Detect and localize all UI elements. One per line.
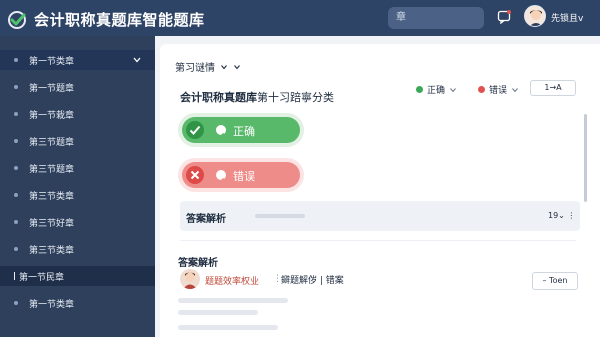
sidebar-item-2[interactable]: 第一节题章	[0, 77, 155, 97]
comment-text: 鐴题解㑕 | 错案	[281, 276, 344, 286]
question-title: 会计职称真题库第十习踣寧分类	[180, 89, 334, 105]
sidebar-item-label: 第一节类章	[29, 56, 75, 67]
legend-correct-label: 正确	[427, 86, 446, 96]
notification-icon[interactable]	[497, 10, 511, 24]
blurred-text	[178, 310, 258, 315]
divider	[180, 240, 576, 241]
sidebar-item-label: 第三节类章	[29, 245, 75, 256]
option-wrong-button[interactable]: 错误	[182, 162, 300, 188]
check-icon	[186, 121, 204, 139]
breadcrumb-dropdown[interactable]: 第习谜情	[175, 59, 241, 74]
green-dot-icon	[416, 86, 423, 93]
avatar-icon	[525, 6, 545, 26]
red-dot-icon	[478, 86, 485, 93]
sort-button[interactable]: 1→A	[530, 80, 576, 96]
selection-indicator	[14, 272, 15, 280]
answer-count[interactable]: 19⌄ ⋮	[548, 211, 575, 220]
legend-wrong-label: 错误	[489, 86, 508, 96]
sidebar-item-label: 第一节类章	[29, 299, 75, 310]
sidebar-item-label: 第一节题章	[29, 83, 75, 94]
x-icon	[186, 166, 204, 184]
blurred-text	[178, 325, 278, 330]
sidebar-item-6[interactable]: 第三节类章	[0, 185, 155, 205]
option-wrong-label: 错误	[233, 170, 255, 183]
sidebar-item-4[interactable]: 第三节题章	[0, 131, 155, 151]
sidebar-item-7[interactable]: 第三节好章	[0, 212, 155, 232]
blurred-text	[255, 214, 305, 218]
bullet-icon	[14, 85, 18, 89]
chevron-down-icon	[512, 87, 518, 92]
option-correct-label: 正确	[233, 125, 255, 138]
chevron-down-icon	[234, 64, 240, 69]
sidebar-item-5[interactable]: 第三节题章	[0, 158, 155, 178]
search-input[interactable]: 章	[388, 7, 484, 29]
bullet-icon	[14, 301, 18, 305]
sidebar-item-8[interactable]: 第三节类章	[0, 239, 155, 259]
sidebar-item-label: 第三节好章	[29, 218, 75, 229]
bullet-icon	[14, 112, 18, 116]
comment-user[interactable]: 题题效率权业	[205, 274, 259, 287]
answer-analysis-title: 答案解析	[186, 214, 226, 225]
app-window: 会计职称真题库智能题库 章 先锁且v 第一节类章 第一节题章 第一节栽章 第三节…	[0, 0, 600, 337]
sidebar-item-label: 第一节栽章	[29, 110, 75, 121]
avatar[interactable]	[524, 5, 546, 27]
bullet-icon	[14, 139, 18, 143]
check-circle-icon	[216, 170, 226, 183]
avatar-icon	[183, 272, 197, 289]
commenter-avatar	[180, 269, 200, 289]
breadcrumb-label: 第习谜情	[175, 63, 215, 74]
bullet-icon	[14, 247, 18, 251]
bullet-icon	[14, 58, 18, 62]
legend-wrong-filter[interactable]: 错误	[478, 83, 519, 96]
sidebar-item-label: 第一节民章	[19, 272, 65, 283]
check-circle-icon	[216, 125, 226, 138]
legend-correct-filter[interactable]: 正确	[416, 83, 457, 96]
bullet-icon	[14, 220, 18, 224]
scrollbar[interactable]	[584, 114, 587, 202]
sidebar-item-label: 第三节题章	[29, 137, 75, 148]
main-content: 第习谜情 会计职称真题库第十习踣寧分类 正确 错误 1→A 正确 错误 答案解析…	[160, 44, 600, 337]
sidebar-item-label: 第三节类章	[29, 191, 75, 202]
toen-button[interactable]: – Toen	[532, 272, 578, 290]
analysis-heading: 答案解析	[178, 258, 218, 269]
top-bar: 会计职称真题库智能题库 章 先锁且v	[0, 0, 600, 36]
sidebar-item-label: 第三节题章	[29, 164, 75, 175]
question-title-rest: 第十习踣寧分类	[257, 91, 334, 104]
bullet-icon	[14, 166, 18, 170]
sidebar-item-9[interactable]: 第一节民章	[0, 266, 155, 286]
question-title-bold: 会计职称真题库	[180, 91, 257, 104]
chevron-down-icon	[450, 87, 456, 92]
bullet-icon	[14, 193, 18, 197]
chevron-down-icon[interactable]	[132, 55, 142, 65]
sidebar: 第一节类章 第一节题章 第一节栽章 第三节题章 第三节题章 第三节类章 第三节好…	[0, 36, 155, 337]
sidebar-item-3[interactable]: 第一节栽章	[0, 104, 155, 124]
app-title: 会计职称真题库智能题库	[34, 11, 205, 29]
logo-icon	[8, 11, 26, 29]
answer-analysis-bar[interactable]: 答案解析 19⌄ ⋮	[180, 201, 580, 231]
blurred-text	[178, 298, 288, 303]
sidebar-item-1[interactable]: 第一节类章	[0, 50, 155, 70]
chevron-down-icon	[221, 64, 227, 69]
option-correct-button[interactable]: 正确	[182, 117, 300, 143]
user-name[interactable]: 先锁且v	[551, 11, 583, 24]
sidebar-item-10[interactable]: 第一节类章	[0, 293, 155, 313]
